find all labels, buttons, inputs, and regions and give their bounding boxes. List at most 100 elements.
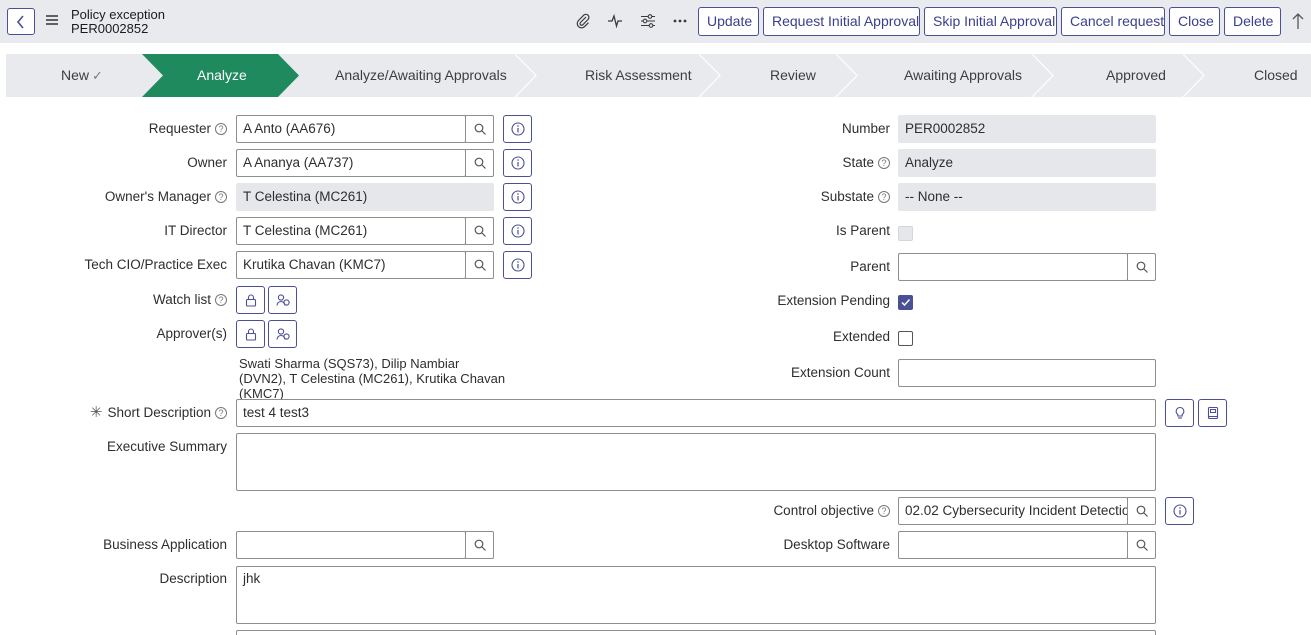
owners-manager-field: T Celestina (MC261)	[236, 183, 494, 211]
control-objective-label: Control objective?	[773, 503, 890, 519]
owner-label: Owner	[187, 155, 227, 170]
parent-field[interactable]	[898, 253, 1128, 281]
knowledge-book-button[interactable]	[1198, 399, 1227, 427]
checkmark-icon	[901, 298, 911, 307]
stage-closed: Closed	[1254, 67, 1298, 83]
help-icon[interactable]: ?	[215, 294, 227, 306]
desktop-software-field[interactable]	[898, 531, 1128, 559]
info-icon	[511, 190, 525, 204]
add-user-icon	[276, 294, 290, 306]
help-icon[interactable]: ?	[878, 157, 890, 169]
search-icon	[1136, 539, 1148, 551]
state-field: Analyze	[898, 149, 1156, 177]
skip-initial-approval-button[interactable]: Skip Initial Approval	[924, 7, 1057, 36]
parent-lookup-button[interactable]	[1127, 253, 1156, 281]
search-icon	[474, 123, 486, 135]
tech-cio-info-button[interactable]	[503, 251, 532, 279]
approvers-add-me-button[interactable]	[268, 320, 297, 348]
substate-label: Substate?	[821, 189, 890, 205]
delete-button[interactable]: Delete	[1224, 7, 1281, 36]
desktop-software-lookup-button[interactable]	[1127, 531, 1156, 559]
info-icon	[511, 122, 525, 136]
owner-field[interactable]: A Ananya (AA737)	[236, 149, 466, 177]
help-icon[interactable]: ?	[878, 505, 890, 517]
search-icon	[1136, 505, 1148, 517]
business-application-field[interactable]	[236, 531, 466, 559]
add-user-icon	[276, 328, 290, 340]
tech-cio-label: Tech CIO/Practice Exec	[84, 257, 227, 272]
extended-label: Extended	[832, 329, 890, 344]
search-icon	[474, 259, 486, 271]
extension-count-field[interactable]	[898, 359, 1156, 387]
scroll-top-arrow-icon[interactable]	[1291, 12, 1305, 30]
record-number-title: PER0002852	[71, 21, 149, 36]
suggestion-button[interactable]	[1165, 399, 1194, 427]
stage-review: Review	[770, 67, 816, 83]
owner-lookup-button[interactable]	[465, 149, 494, 177]
search-icon	[474, 225, 486, 237]
update-button[interactable]: Update	[698, 7, 759, 36]
info-icon	[511, 224, 525, 238]
desktop-software-label: Desktop Software	[783, 537, 890, 552]
executive-summary-field[interactable]	[236, 433, 1156, 491]
control-objective-field[interactable]: 02.02 Cybersecurity Incident Detection	[898, 497, 1128, 525]
lightbulb-icon	[1175, 406, 1185, 419]
extension-pending-checkbox[interactable]	[898, 295, 913, 310]
next-field-partial	[236, 630, 1156, 635]
watch-list-add-me-button[interactable]	[268, 286, 297, 314]
settings-sliders-icon[interactable]	[640, 13, 656, 29]
help-icon[interactable]: ?	[215, 191, 227, 203]
cancel-request-button[interactable]: Cancel request	[1061, 7, 1165, 36]
number-field: PER0002852	[898, 115, 1156, 143]
owners-manager-info-button[interactable]	[503, 183, 532, 211]
help-icon[interactable]: ?	[215, 123, 227, 135]
description-label: Description	[159, 571, 227, 586]
approvers-list: Swati Sharma (SQS73), Dilip Nambiar (DVN…	[239, 356, 506, 401]
is-parent-label: Is Parent	[835, 223, 890, 238]
extension-count-label: Extension Count	[790, 365, 890, 380]
requester-field[interactable]: A Anto (AA676)	[236, 115, 466, 143]
back-button[interactable]	[7, 8, 35, 35]
stage-approved: Approved	[1106, 67, 1166, 83]
it-director-label: IT Director	[164, 223, 227, 238]
extension-pending-label: Extension Pending	[777, 293, 890, 308]
short-description-label: ✳ Short Description?	[90, 405, 227, 421]
it-director-lookup-button[interactable]	[465, 217, 494, 245]
hamburger-menu-icon[interactable]	[46, 15, 58, 25]
watch-list-unlock-button[interactable]	[236, 286, 265, 314]
owner-info-button[interactable]	[503, 149, 532, 177]
short-description-field[interactable]: test 4 test3	[236, 399, 1156, 427]
approvers-label: Approver(s)	[156, 326, 227, 341]
extended-checkbox[interactable]	[898, 331, 913, 346]
business-application-lookup-button[interactable]	[465, 531, 494, 559]
search-icon	[474, 157, 486, 169]
approvers-unlock-button[interactable]	[236, 320, 265, 348]
requester-lookup-button[interactable]	[465, 115, 494, 143]
lock-icon	[245, 294, 257, 307]
lock-icon	[245, 328, 257, 341]
requester-label: Requester?	[149, 121, 227, 137]
checkmark-icon: ✓	[92, 68, 103, 83]
watch-list-label: Watch list?	[153, 292, 227, 308]
tech-cio-lookup-button[interactable]	[465, 251, 494, 279]
attachment-icon[interactable]	[575, 13, 591, 29]
requester-info-button[interactable]	[503, 115, 532, 143]
is-parent-checkbox	[898, 226, 913, 241]
search-icon	[474, 539, 486, 551]
control-objective-lookup-button[interactable]	[1127, 497, 1156, 525]
it-director-field[interactable]: T Celestina (MC261)	[236, 217, 466, 245]
activity-icon[interactable]	[607, 13, 623, 29]
substate-field: -- None --	[898, 183, 1156, 211]
tech-cio-field[interactable]: Krutika Chavan (KMC7)	[236, 251, 466, 279]
control-objective-info-button[interactable]	[1165, 497, 1194, 525]
it-director-info-button[interactable]	[503, 217, 532, 245]
form-header: Policy exception PER0002852 Update Reque…	[0, 0, 1311, 43]
description-field[interactable]: jhk	[236, 566, 1156, 624]
help-icon[interactable]: ?	[878, 191, 890, 203]
executive-summary-label: Executive Summary	[106, 439, 227, 454]
more-icon[interactable]	[672, 13, 688, 29]
help-icon[interactable]: ?	[215, 407, 227, 419]
process-flow: New ✓ Analyze Analyze/Awaiting Approvals …	[6, 54, 1311, 97]
request-initial-approval-button[interactable]: Request Initial Approval	[763, 7, 920, 36]
close-button[interactable]: Close	[1169, 7, 1220, 36]
